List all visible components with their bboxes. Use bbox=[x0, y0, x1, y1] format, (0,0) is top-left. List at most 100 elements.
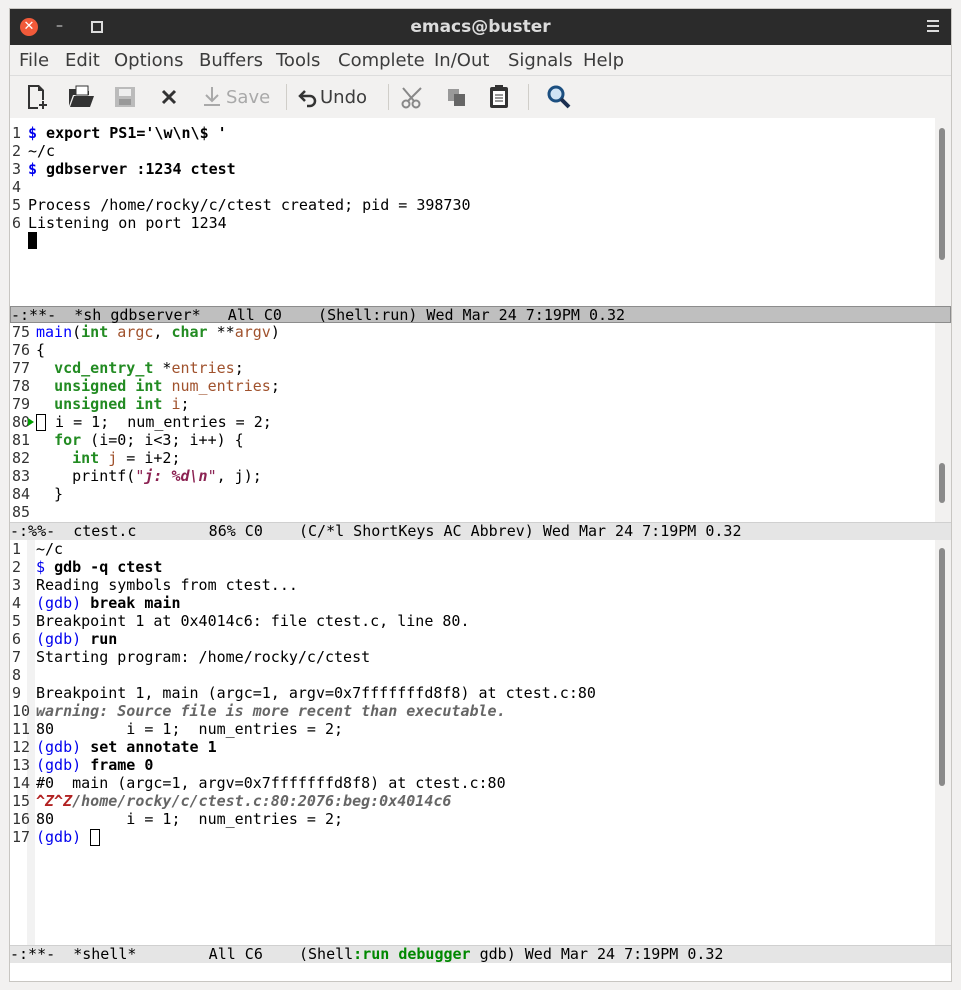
shell-gdbserver-pane[interactable]: 1 $ export PS1='\w\n\$ ' 2 ~/c 3 $ gdbserve… bbox=[10, 118, 951, 306]
search-icon[interactable] bbox=[546, 84, 572, 110]
menu-file[interactable]: File bbox=[19, 50, 49, 71]
line-number: 12 bbox=[12, 738, 31, 756]
line-text: Breakpoint 1, main (argc=1, argv=0x7ffff… bbox=[36, 684, 596, 702]
line-text: #0 main (argc=1, argv=0x7fffffffd8f8) at… bbox=[36, 774, 506, 792]
code-line: unsigned int i; bbox=[54, 395, 190, 413]
line-number: 78 bbox=[12, 377, 31, 395]
line-number: 9 bbox=[12, 684, 22, 702]
line-number: 5 bbox=[12, 612, 22, 630]
scrollbar[interactable] bbox=[935, 323, 951, 522]
modeline-text: -:**- *shell* All C6 (Shell bbox=[10, 945, 354, 963]
close-buffer-icon[interactable] bbox=[160, 84, 178, 110]
gdb-prompt: (gdb) bbox=[36, 738, 82, 756]
scrollbar[interactable] bbox=[935, 118, 951, 306]
shell-prompt: $ bbox=[36, 558, 46, 576]
line-text: (gdb) run bbox=[36, 630, 117, 648]
command-text: break main bbox=[90, 594, 181, 612]
line-number: 8 bbox=[12, 666, 22, 684]
code-line: for (i=0; i<3; i++) { bbox=[54, 431, 244, 449]
text-cursor bbox=[28, 232, 37, 250]
line-text: ^Z^Z/home/rocky/c/ctest.c:80:2076:beg:0x… bbox=[36, 792, 451, 810]
scrollbar-thumb[interactable] bbox=[939, 463, 945, 503]
open-folder-icon[interactable] bbox=[67, 84, 95, 110]
window-title: emacs@buster bbox=[410, 17, 551, 37]
annotation-marker: ^Z^Z bbox=[36, 792, 73, 810]
line-number: 4 bbox=[12, 594, 22, 612]
line-number: 6 bbox=[12, 214, 22, 232]
gdb-prompt: (gdb) bbox=[36, 594, 82, 612]
copy-icon[interactable] bbox=[446, 84, 468, 110]
line-number: 79 bbox=[12, 395, 31, 413]
menu-signals[interactable]: Signals bbox=[508, 50, 573, 71]
line-number: 1 bbox=[12, 124, 22, 142]
new-file-icon[interactable] bbox=[25, 84, 49, 110]
line-number: 2 bbox=[12, 142, 22, 160]
line-text: 80 i = 1; num_entries = 2; bbox=[36, 810, 344, 828]
window-menu-icon[interactable] bbox=[927, 20, 939, 35]
menu-complete[interactable]: Complete bbox=[338, 50, 425, 71]
text-cursor bbox=[90, 829, 101, 846]
code-line: printf("j: %d\n", j); bbox=[36, 467, 262, 485]
menu-options[interactable]: Options bbox=[114, 50, 183, 71]
line-number: 7 bbox=[12, 648, 22, 666]
line-text: (gdb) set annotate 1 bbox=[36, 738, 217, 756]
line-number: 16 bbox=[12, 810, 31, 828]
menu-inout[interactable]: In/Out bbox=[434, 50, 489, 71]
menu-edit[interactable]: Edit bbox=[65, 50, 100, 71]
toolbar-separator bbox=[286, 84, 287, 110]
line-number: 76 bbox=[12, 341, 31, 359]
code-line: int j = i+2; bbox=[72, 449, 181, 467]
line-number: 3 bbox=[12, 160, 22, 178]
line-text: ~/c bbox=[28, 142, 56, 160]
menu-tools[interactable]: Tools bbox=[276, 50, 320, 71]
echo-area[interactable] bbox=[10, 963, 951, 981]
cut-scissors-icon[interactable] bbox=[401, 84, 425, 110]
line-text: Listening on port 1234 bbox=[28, 214, 227, 232]
toolbar-separator bbox=[528, 84, 529, 110]
line-number: 1 bbox=[12, 540, 22, 558]
line-number: 15 bbox=[12, 792, 31, 810]
gdb-prompt: (gdb) bbox=[36, 756, 82, 774]
source-ctest-pane[interactable]: 75 main(int argc, char **argv) 76 { 77 vcd… bbox=[10, 323, 951, 522]
line-text: 80 i = 1; num_entries = 2; bbox=[36, 720, 344, 738]
scrollbar-thumb[interactable] bbox=[939, 548, 945, 786]
line-text: Reading symbols from ctest... bbox=[36, 576, 298, 594]
line-number: 5 bbox=[12, 196, 22, 214]
line-text: $ gdb -q ctest bbox=[36, 558, 162, 576]
line-number: 3 bbox=[12, 576, 22, 594]
line-number: 84 bbox=[12, 485, 31, 503]
line-text: (gdb) bbox=[36, 828, 101, 846]
line-text: Breakpoint 1 at 0x4014c6: file ctest.c, … bbox=[36, 612, 470, 630]
line-number: 81 bbox=[12, 431, 31, 449]
command-text: set annotate 1 bbox=[90, 738, 217, 756]
command-text: run bbox=[90, 630, 118, 648]
line-number: 6 bbox=[12, 630, 22, 648]
modeline-gdbserver[interactable]: -:**- *sh gdbserver* All C0 (Shell:run) … bbox=[10, 306, 951, 324]
code-line: } bbox=[36, 485, 64, 503]
save-disk-icon bbox=[113, 84, 137, 110]
code-line: unsigned int num_entries; bbox=[54, 377, 280, 395]
line-text: $ export PS1='\w\n\$ ' bbox=[28, 124, 227, 142]
paste-clipboard-icon[interactable] bbox=[488, 84, 510, 110]
menu-buffers[interactable]: Buffers bbox=[199, 50, 263, 71]
line-number: 11 bbox=[12, 720, 31, 738]
code-line: main(int argc, char **argv) bbox=[36, 323, 280, 341]
undo-button[interactable]: Undo bbox=[298, 84, 367, 110]
menu-help[interactable]: Help bbox=[583, 50, 624, 71]
save-label: Save bbox=[226, 86, 271, 108]
line-number: 75 bbox=[12, 323, 31, 341]
toolbar-separator bbox=[388, 84, 389, 110]
line-text: (gdb) frame 0 bbox=[36, 756, 153, 774]
shell-gdb-pane[interactable]: 1 ~/c 2 $ gdb -q ctest 3 Reading symbols fr… bbox=[10, 540, 951, 945]
modeline-shell[interactable]: -:**- *shell* All C6 (Shell:run debugger… bbox=[10, 945, 951, 963]
line-number: 14 bbox=[12, 774, 31, 792]
scrollbar-thumb[interactable] bbox=[939, 128, 945, 260]
line-number: 80 bbox=[12, 413, 31, 431]
code-line: vcd_entry_t *entries; bbox=[54, 359, 244, 377]
gdb-prompt: (gdb) bbox=[36, 630, 82, 648]
emacs-window: ✕ – emacs@buster File Edit Options Buffe… bbox=[9, 8, 952, 982]
modeline-ctest[interactable]: -:%%- ctest.c 86% C0 (C/*l ShortKeys AC … bbox=[10, 522, 951, 540]
line-number: 85 bbox=[12, 503, 31, 521]
line-text: Process /home/rocky/c/ctest created; pid… bbox=[28, 196, 471, 214]
scrollbar[interactable] bbox=[935, 540, 951, 945]
